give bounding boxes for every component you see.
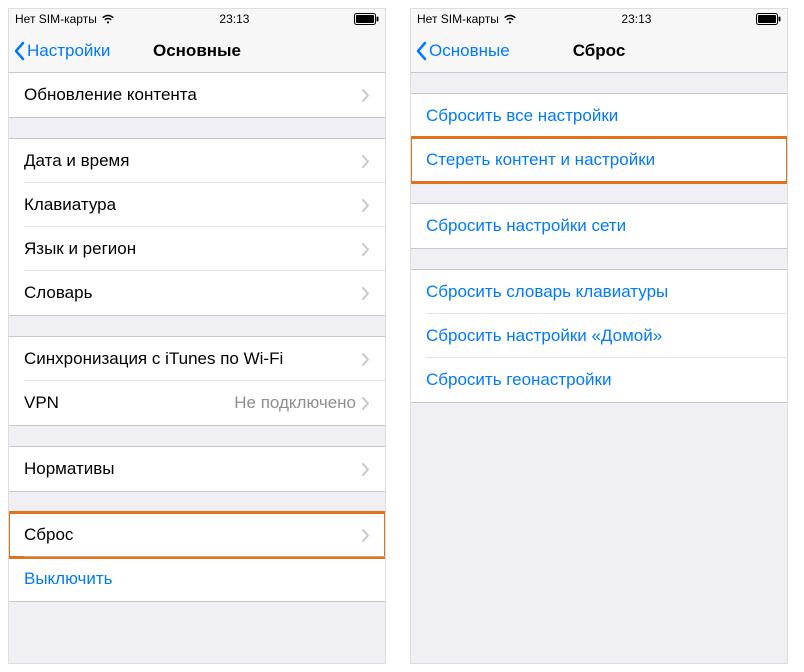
- group: Синхронизация с iTunes по Wi-Fi VPN Не п…: [9, 336, 385, 426]
- row-shutdown[interactable]: Выключить: [9, 557, 385, 601]
- settings-list: Обновление контента Дата и время Клавиат…: [9, 73, 385, 663]
- row-label: Сбросить настройки сети: [426, 216, 772, 236]
- nav-title: Сброс: [573, 41, 626, 61]
- row-label: Сбросить геонастройки: [426, 370, 772, 390]
- row-content-refresh[interactable]: Обновление контента: [9, 73, 385, 117]
- row-date-time[interactable]: Дата и время: [9, 139, 385, 183]
- row-label: Обновление контента: [24, 85, 362, 105]
- row-language-region[interactable]: Язык и регион: [9, 227, 385, 271]
- reset-list: Сбросить все настройки Стереть контент и…: [411, 73, 787, 663]
- row-label: Сбросить словарь клавиатуры: [426, 282, 772, 302]
- wifi-icon: [101, 14, 115, 24]
- row-label: Язык и регион: [24, 239, 362, 259]
- chevron-right-icon: [362, 89, 370, 102]
- row-label: Нормативы: [24, 459, 362, 479]
- chevron-right-icon: [362, 287, 370, 300]
- battery-icon: [354, 13, 379, 25]
- back-label: Основные: [429, 41, 510, 61]
- phone-general-settings: Нет SIM-карты 23:13 Настройки Основные О…: [8, 8, 386, 664]
- back-button[interactable]: Настройки: [9, 41, 110, 61]
- nav-bar: Основные Сброс: [411, 29, 787, 73]
- chevron-right-icon: [362, 243, 370, 256]
- group: Сбросить настройки сети: [411, 203, 787, 249]
- group: Сбросить все настройки Стереть контент и…: [411, 93, 787, 183]
- status-bar: Нет SIM-карты 23:13: [9, 9, 385, 29]
- row-reset-home-screen[interactable]: Сбросить настройки «Домой»: [411, 314, 787, 358]
- row-label: Сбросить все настройки: [426, 106, 772, 126]
- group: Нормативы: [9, 446, 385, 492]
- chevron-right-icon: [362, 155, 370, 168]
- chevron-right-icon: [362, 529, 370, 542]
- status-time: 23:13: [219, 12, 249, 26]
- row-reset[interactable]: Сброс: [9, 513, 385, 557]
- row-reset-keyboard-dictionary[interactable]: Сбросить словарь клавиатуры: [411, 270, 787, 314]
- chevron-left-icon: [415, 41, 427, 61]
- carrier-text: Нет SIM-карты: [417, 12, 499, 26]
- row-vpn[interactable]: VPN Не подключено: [9, 381, 385, 425]
- phone-reset-settings: Нет SIM-карты 23:13 Основные Сброс Сброс…: [410, 8, 788, 664]
- nav-title: Основные: [153, 41, 241, 61]
- row-keyboard[interactable]: Клавиатура: [9, 183, 385, 227]
- group: Сброс Выключить: [9, 512, 385, 602]
- row-erase-content-settings[interactable]: Стереть контент и настройки: [411, 138, 787, 182]
- row-itunes-wifi-sync[interactable]: Синхронизация с iTunes по Wi-Fi: [9, 337, 385, 381]
- row-regulatory[interactable]: Нормативы: [9, 447, 385, 491]
- group: Дата и время Клавиатура Язык и регион Сл…: [9, 138, 385, 316]
- row-label: Дата и время: [24, 151, 362, 171]
- row-label: Словарь: [24, 283, 362, 303]
- status-time: 23:13: [621, 12, 651, 26]
- chevron-right-icon: [362, 397, 370, 410]
- row-reset-network-settings[interactable]: Сбросить настройки сети: [411, 204, 787, 248]
- chevron-right-icon: [362, 353, 370, 366]
- battery-icon: [756, 13, 781, 25]
- carrier-text: Нет SIM-карты: [15, 12, 97, 26]
- row-label: VPN: [24, 393, 234, 413]
- row-label: Клавиатура: [24, 195, 362, 215]
- row-reset-location-privacy[interactable]: Сбросить геонастройки: [411, 358, 787, 402]
- row-dictionary[interactable]: Словарь: [9, 271, 385, 315]
- chevron-left-icon: [13, 41, 25, 61]
- group: Сбросить словарь клавиатуры Сбросить нас…: [411, 269, 787, 403]
- row-label: Выключить: [24, 569, 370, 589]
- group: Обновление контента: [9, 73, 385, 118]
- row-label: Синхронизация с iTunes по Wi-Fi: [24, 349, 362, 369]
- chevron-right-icon: [362, 463, 370, 476]
- row-label: Сброс: [24, 525, 362, 545]
- row-detail: Не подключено: [234, 393, 356, 413]
- row-label: Сбросить настройки «Домой»: [426, 326, 772, 346]
- status-bar: Нет SIM-карты 23:13: [411, 9, 787, 29]
- back-button[interactable]: Основные: [411, 41, 510, 61]
- back-label: Настройки: [27, 41, 110, 61]
- chevron-right-icon: [362, 199, 370, 212]
- row-label: Стереть контент и настройки: [426, 150, 772, 170]
- nav-bar: Настройки Основные: [9, 29, 385, 73]
- wifi-icon: [503, 14, 517, 24]
- row-reset-all-settings[interactable]: Сбросить все настройки: [411, 94, 787, 138]
